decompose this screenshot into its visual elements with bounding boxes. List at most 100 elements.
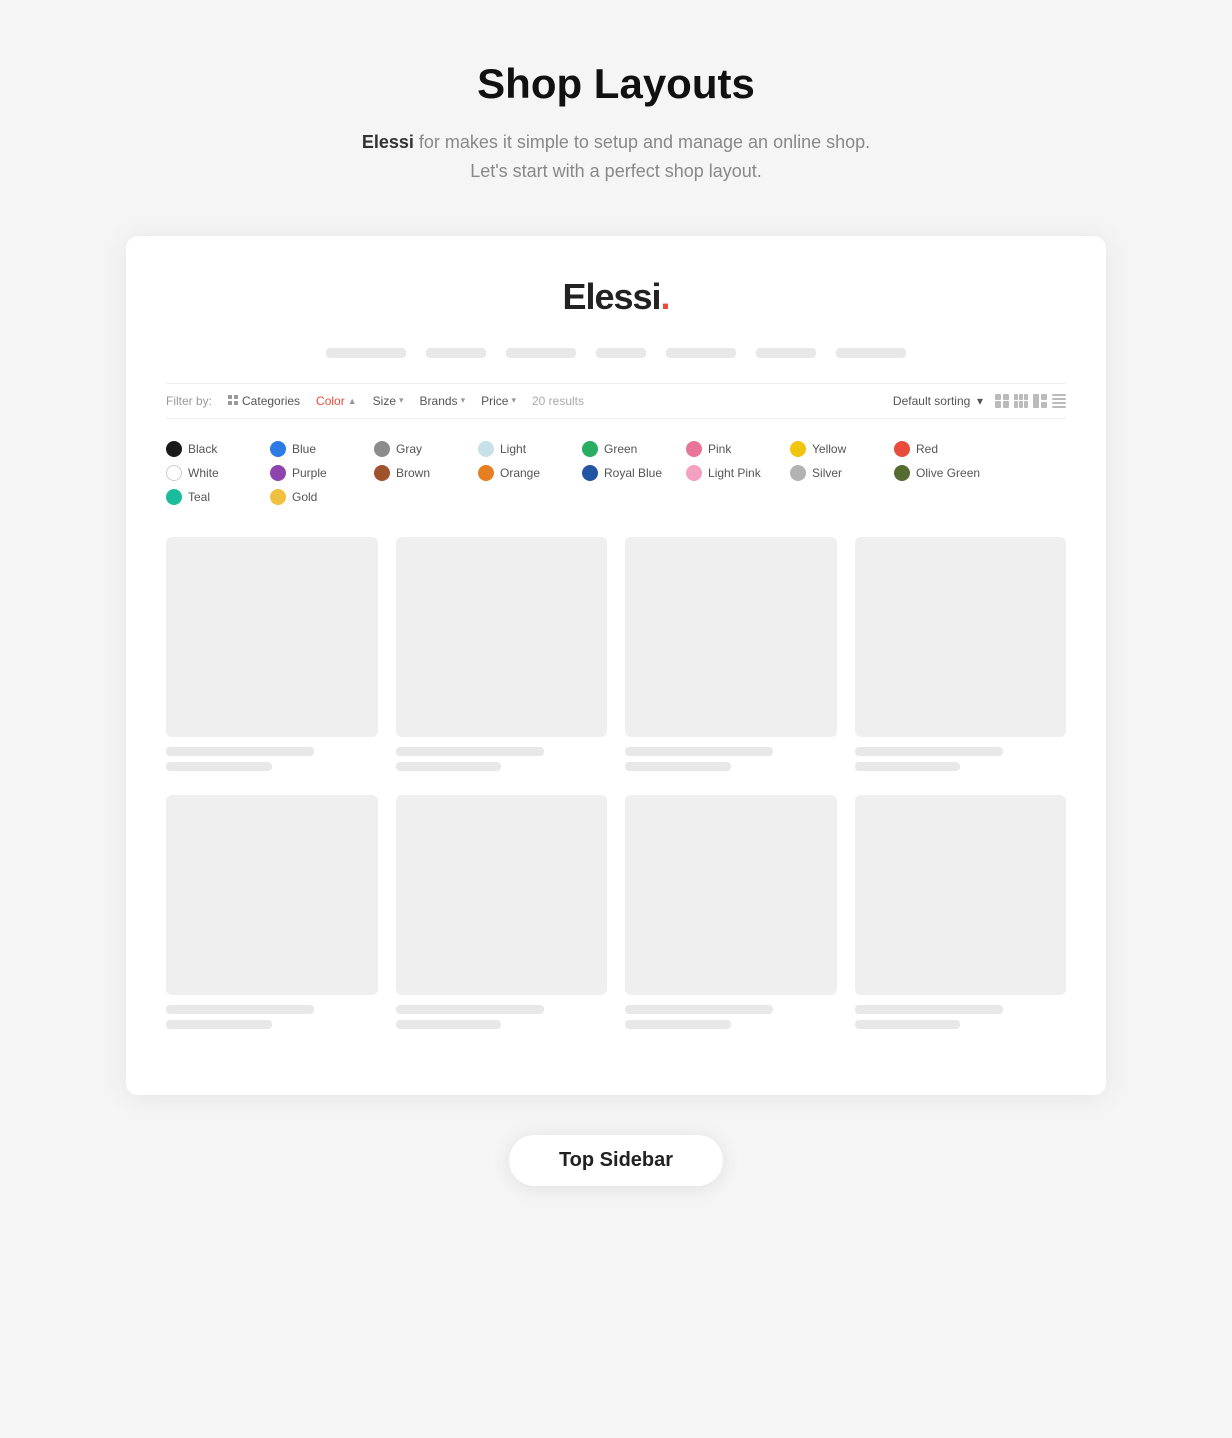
product-card[interactable] bbox=[625, 795, 837, 1035]
product-image-placeholder bbox=[166, 795, 378, 995]
nav-bar-1 bbox=[326, 348, 406, 358]
product-card[interactable] bbox=[396, 537, 608, 777]
view-icons bbox=[995, 394, 1066, 408]
product-image-placeholder bbox=[625, 795, 837, 995]
color-label: Color bbox=[316, 394, 345, 408]
product-card[interactable] bbox=[855, 537, 1067, 777]
product-title-line bbox=[625, 1005, 773, 1014]
filter-color[interactable]: Color ▲ bbox=[316, 394, 357, 408]
product-card[interactable] bbox=[396, 795, 608, 1035]
nav-bar-4 bbox=[596, 348, 646, 358]
product-card[interactable] bbox=[855, 795, 1067, 1035]
sort-label: Default sorting ▾ bbox=[893, 394, 983, 408]
product-title-line bbox=[166, 747, 314, 756]
color-label: Pink bbox=[708, 442, 731, 456]
brand-name: Elessi bbox=[362, 132, 414, 152]
color-label: Orange bbox=[500, 466, 540, 480]
nav-bar-2 bbox=[426, 348, 486, 358]
logo-name: Elessi bbox=[562, 276, 660, 317]
product-price-line bbox=[625, 1020, 731, 1029]
color-item[interactable]: Blue bbox=[270, 441, 350, 457]
product-title-line bbox=[396, 747, 544, 756]
color-label: Light bbox=[500, 442, 526, 456]
color-item[interactable]: Silver bbox=[790, 465, 870, 481]
product-image-placeholder bbox=[855, 537, 1067, 737]
filter-size[interactable]: Size ▾ bbox=[373, 394, 404, 408]
color-item[interactable]: White bbox=[166, 465, 246, 481]
page-title: Shop Layouts bbox=[477, 60, 755, 108]
color-label: Silver bbox=[812, 466, 842, 480]
color-label: White bbox=[188, 466, 219, 480]
price-label: Price bbox=[481, 394, 508, 408]
filter-bar: Filter by: Categories Color ▲ Size ▾ Bra… bbox=[166, 383, 1066, 419]
color-item[interactable]: Red bbox=[894, 441, 974, 457]
color-label: Black bbox=[188, 442, 217, 456]
filter-price[interactable]: Price ▾ bbox=[481, 394, 516, 408]
product-card[interactable] bbox=[166, 795, 378, 1035]
chevron-price-icon: ▾ bbox=[511, 395, 516, 406]
subtitle-text: for makes it simple to setup and manage … bbox=[414, 132, 870, 181]
color-item[interactable]: Pink bbox=[686, 441, 766, 457]
color-item[interactable]: Green bbox=[582, 441, 662, 457]
brands-label: Brands bbox=[420, 394, 458, 408]
logo-dot: . bbox=[661, 276, 670, 317]
nav-bar-5 bbox=[666, 348, 736, 358]
view-grid4-icon[interactable] bbox=[995, 394, 1009, 408]
chevron-size-icon: ▾ bbox=[399, 395, 404, 406]
filter-categories[interactable]: Categories bbox=[228, 394, 300, 408]
chevron-down-icon: ▲ bbox=[348, 396, 357, 406]
product-card[interactable] bbox=[625, 537, 837, 777]
color-label: Blue bbox=[292, 442, 316, 456]
product-title-line bbox=[396, 1005, 544, 1014]
view-grid2-icon[interactable] bbox=[1033, 394, 1047, 408]
results-count: 20 results bbox=[532, 394, 584, 408]
product-title-line bbox=[855, 1005, 1003, 1014]
color-label: Green bbox=[604, 442, 637, 456]
product-price-line bbox=[855, 1020, 961, 1029]
color-item[interactable]: Royal Blue bbox=[582, 465, 662, 481]
product-image-placeholder bbox=[855, 795, 1067, 995]
color-item[interactable]: Orange bbox=[478, 465, 558, 481]
color-item[interactable]: Yellow bbox=[790, 441, 870, 457]
filter-label: Filter by: bbox=[166, 394, 212, 408]
color-label: Gold bbox=[292, 490, 317, 504]
color-label: Light Pink bbox=[708, 466, 761, 480]
product-title-line bbox=[855, 747, 1003, 756]
view-grid3-icon[interactable] bbox=[1014, 394, 1028, 408]
color-label: Olive Green bbox=[916, 466, 980, 480]
color-item[interactable]: Gray bbox=[374, 441, 454, 457]
color-label: Royal Blue bbox=[604, 466, 662, 480]
size-label: Size bbox=[373, 394, 396, 408]
color-item[interactable]: Black bbox=[166, 441, 246, 457]
color-item[interactable]: Teal bbox=[166, 489, 246, 505]
filter-right: Default sorting ▾ bbox=[893, 394, 1066, 408]
color-item[interactable]: Brown bbox=[374, 465, 454, 481]
product-title-line bbox=[625, 747, 773, 756]
product-image-placeholder bbox=[166, 537, 378, 737]
color-label: Brown bbox=[396, 466, 430, 480]
product-card[interactable] bbox=[166, 537, 378, 777]
preview-logo: Elessi. bbox=[166, 276, 1066, 318]
color-item[interactable]: Light bbox=[478, 441, 558, 457]
nav-bar-7 bbox=[836, 348, 906, 358]
color-item[interactable]: Olive Green bbox=[894, 465, 980, 481]
categories-label: Categories bbox=[242, 394, 300, 408]
shop-preview: Elessi. Filter by: Categories Color ▲ Si… bbox=[126, 236, 1106, 1095]
filter-brands[interactable]: Brands ▾ bbox=[420, 394, 466, 408]
color-item[interactable]: Gold bbox=[270, 489, 350, 505]
nav-skeleton bbox=[166, 348, 1066, 358]
layout-badge[interactable]: Top Sidebar bbox=[509, 1135, 723, 1186]
color-item[interactable]: Purple bbox=[270, 465, 350, 481]
view-list-icon[interactable] bbox=[1052, 394, 1066, 408]
product-image-placeholder bbox=[396, 795, 608, 995]
nav-bar-3 bbox=[506, 348, 576, 358]
product-image-placeholder bbox=[625, 537, 837, 737]
product-price-line bbox=[166, 1020, 272, 1029]
product-title-line bbox=[166, 1005, 314, 1014]
color-label: Gray bbox=[396, 442, 422, 456]
color-label: Yellow bbox=[812, 442, 846, 456]
product-price-line bbox=[396, 762, 502, 771]
color-item[interactable]: Light Pink bbox=[686, 465, 766, 481]
product-price-line bbox=[625, 762, 731, 771]
color-swatches: Black Blue Gray Light Green Pink Yellow Red Whit… bbox=[166, 437, 1066, 509]
